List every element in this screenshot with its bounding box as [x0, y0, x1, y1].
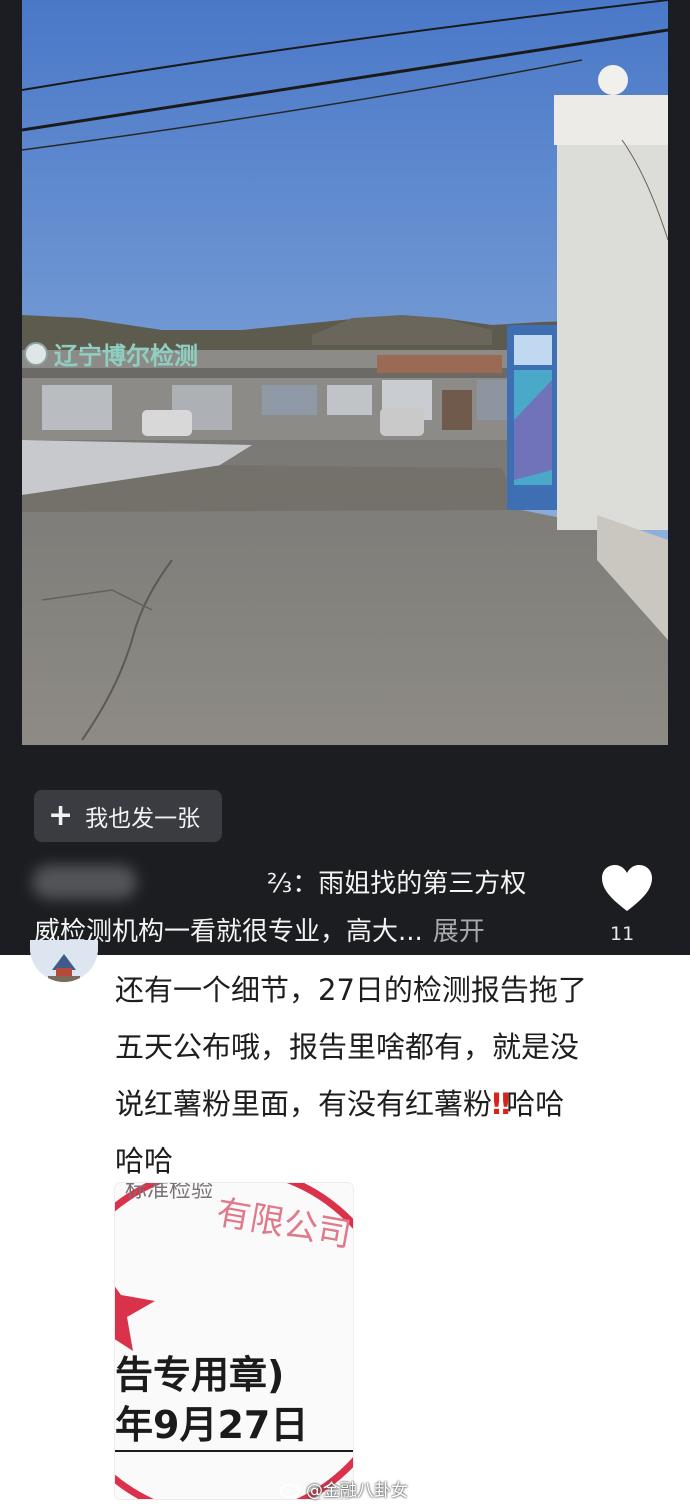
- comment-line-3: 说红薯粉里面，有没有红薯粉‼哈哈: [115, 1076, 670, 1133]
- comment-line-4: 哈哈: [115, 1144, 174, 1178]
- like-count: 11: [610, 923, 635, 945]
- watermark: @金融八卦女: [280, 1476, 408, 1501]
- heart-icon[interactable]: [600, 863, 654, 913]
- caption-line-1: ⅔：雨姐找的第三方权: [267, 869, 527, 899]
- building-sign: 辽宁博尔检测: [54, 342, 198, 370]
- caption-line-2: 威检测机构一看就很专业，高大... 展开: [34, 911, 485, 948]
- post-one-too-button[interactable]: + 我也发一张: [34, 790, 222, 842]
- double-exclamation-icon: ‼: [492, 1087, 510, 1121]
- watermark-text: @金融八卦女: [306, 1481, 408, 1501]
- weibo-icon: [280, 1480, 302, 1498]
- stamp-top-text: 标准检验: [125, 1183, 213, 1203]
- stamp-image[interactable]: 有限公司 标准检验 告专用章) 年9月27日: [115, 1183, 353, 1499]
- plus-icon: +: [48, 798, 74, 833]
- avatar[interactable]: [30, 940, 98, 982]
- expand-link[interactable]: 展开: [433, 917, 485, 947]
- post-overlay: + 我也发一张 ⅔：雨姐找的第三方权 威检测机构一看就很专业，高大... 展开 1…: [12, 745, 678, 955]
- comment-line-3-suffix: 哈哈: [506, 1087, 565, 1121]
- stamp-line-2: 年9月27日: [115, 1403, 308, 1447]
- comment-line-1: 还有一个细节，27日的检测报告拖了: [115, 973, 587, 1007]
- comment-line-2: 五天公布哦，报告里啥都有，就是没: [115, 1030, 580, 1064]
- video-post[interactable]: 辽宁博尔检测 + 我也发一张 ⅔：雨姐找的第三方权 威检测机构一看就很专业，高大…: [0, 0, 690, 955]
- comment-body: 还有一个细节，27日的检测报告拖了 五天公布哦，报告里啥都有，就是没 说红薯粉里…: [115, 962, 670, 1190]
- stamp-line-1: 告专用章): [115, 1353, 284, 1397]
- post-button-label: 我也发一张: [85, 806, 201, 832]
- post-photo: 辽宁博尔检测: [22, 0, 668, 745]
- comment-line-3-text: 说红薯粉里面，有没有红薯粉: [115, 1087, 493, 1121]
- blurred-username: [32, 865, 137, 899]
